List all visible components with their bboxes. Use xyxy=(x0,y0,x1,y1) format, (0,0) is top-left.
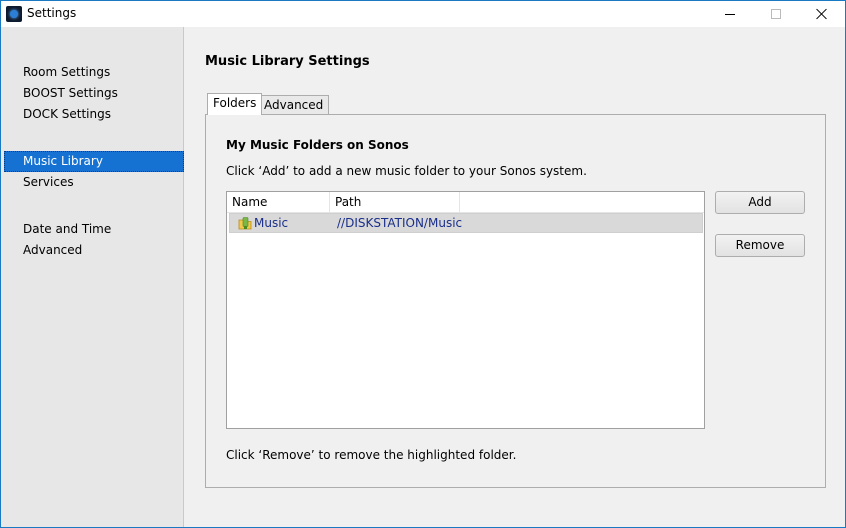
folder-name: Music xyxy=(254,216,289,230)
tab-advanced[interactable]: Advanced xyxy=(258,95,330,115)
close-button[interactable] xyxy=(799,1,845,27)
window-title: Settings xyxy=(27,6,77,20)
sidebar-item-services[interactable]: Services xyxy=(1,172,184,193)
section-title: My Music Folders on Sonos xyxy=(226,138,409,152)
sidebar-group-room: Room Settings BOOST Settings DOCK Settin… xyxy=(1,62,184,125)
sidebar-group-system: Date and Time Advanced xyxy=(1,219,184,261)
table-row[interactable]: Music //DISKSTATION/Music xyxy=(229,213,703,233)
maximize-icon xyxy=(771,9,781,19)
sidebar-item-date-and-time[interactable]: Date and Time xyxy=(1,219,184,240)
remove-button[interactable]: Remove xyxy=(715,234,805,257)
sidebar-group-music: Music Library Services xyxy=(1,151,184,193)
close-icon xyxy=(816,8,828,20)
title-bar[interactable]: Settings xyxy=(1,1,845,27)
tab-folders[interactable]: Folders xyxy=(207,93,263,115)
sidebar-item-music-library[interactable]: Music Library xyxy=(4,151,184,172)
page-title: Music Library Settings xyxy=(205,54,370,69)
music-folders-list[interactable]: Name Path Music //DISKSTATION/Music xyxy=(226,191,705,429)
sidebar-item-advanced[interactable]: Advanced xyxy=(1,240,184,261)
remove-instruction-text: Click ‘Remove’ to remove the highlighted… xyxy=(226,448,517,462)
minimize-icon xyxy=(725,13,735,15)
list-header: Name Path xyxy=(227,192,704,213)
minimize-button[interactable] xyxy=(707,1,753,27)
sonos-app-icon xyxy=(6,6,22,22)
shared-folder-icon xyxy=(238,217,252,230)
sidebar-item-boost-settings[interactable]: BOOST Settings xyxy=(1,83,184,104)
folder-path: //DISKSTATION/Music xyxy=(337,216,463,230)
sidebar-item-room-settings[interactable]: Room Settings xyxy=(1,62,184,83)
add-button[interactable]: Add xyxy=(715,191,805,214)
column-header-name[interactable]: Name xyxy=(227,192,330,213)
add-instruction-text: Click ‘Add’ to add a new music folder to… xyxy=(226,164,587,178)
column-header-path[interactable]: Path xyxy=(330,192,460,213)
maximize-button[interactable] xyxy=(753,1,799,27)
settings-sidebar: Room Settings BOOST Settings DOCK Settin… xyxy=(1,27,184,527)
sidebar-item-dock-settings[interactable]: DOCK Settings xyxy=(1,104,184,125)
settings-window: Settings Room Settings BOOST Settings DO… xyxy=(0,0,846,528)
